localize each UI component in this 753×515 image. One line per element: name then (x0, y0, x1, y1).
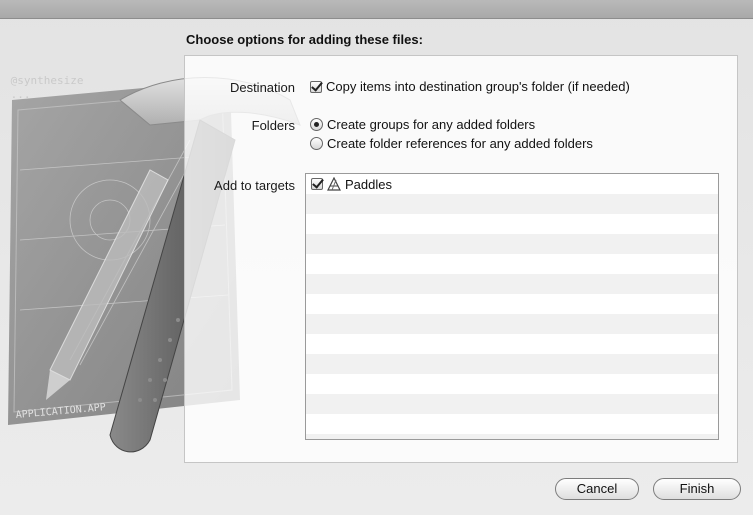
folders-label: Folders (251, 118, 295, 133)
destination-label: Destination (229, 80, 295, 95)
cancel-button[interactable]: Cancel (555, 478, 639, 500)
create-groups-option[interactable]: Create groups for any added folders (310, 117, 535, 132)
target-paddles-checkbox[interactable] (311, 178, 323, 190)
target-name: Paddles (345, 176, 392, 192)
copy-items-label: Copy items into destination group's fold… (326, 79, 630, 94)
target-row[interactable]: Paddles (306, 174, 718, 194)
sheet-title: Choose options for adding these files: (186, 32, 423, 47)
copy-items-option[interactable]: Copy items into destination group's fold… (310, 79, 630, 94)
create-folder-references-option[interactable]: Create folder references for any added f… (310, 136, 593, 151)
background-code-3 (6, 492, 26, 505)
add-to-targets-label: Add to targets (214, 178, 295, 193)
create-groups-label: Create groups for any added folders (327, 117, 536, 132)
create-groups-radio[interactable] (310, 118, 323, 131)
create-folder-references-label: Create folder references for any added f… (327, 136, 593, 151)
finish-button[interactable]: Finish (653, 478, 741, 500)
background-code-2 (6, 458, 26, 471)
create-folder-references-radio[interactable] (310, 137, 323, 150)
options-panel: Destination Copy items into destination … (184, 55, 738, 463)
app-target-icon (327, 177, 341, 191)
targets-list[interactable]: Paddles (305, 173, 719, 440)
xcode-window: @synthesize ... APPLICATION.APP Choose o… (0, 0, 753, 515)
copy-items-checkbox[interactable] (310, 80, 322, 93)
window-title-bar (0, 0, 753, 19)
